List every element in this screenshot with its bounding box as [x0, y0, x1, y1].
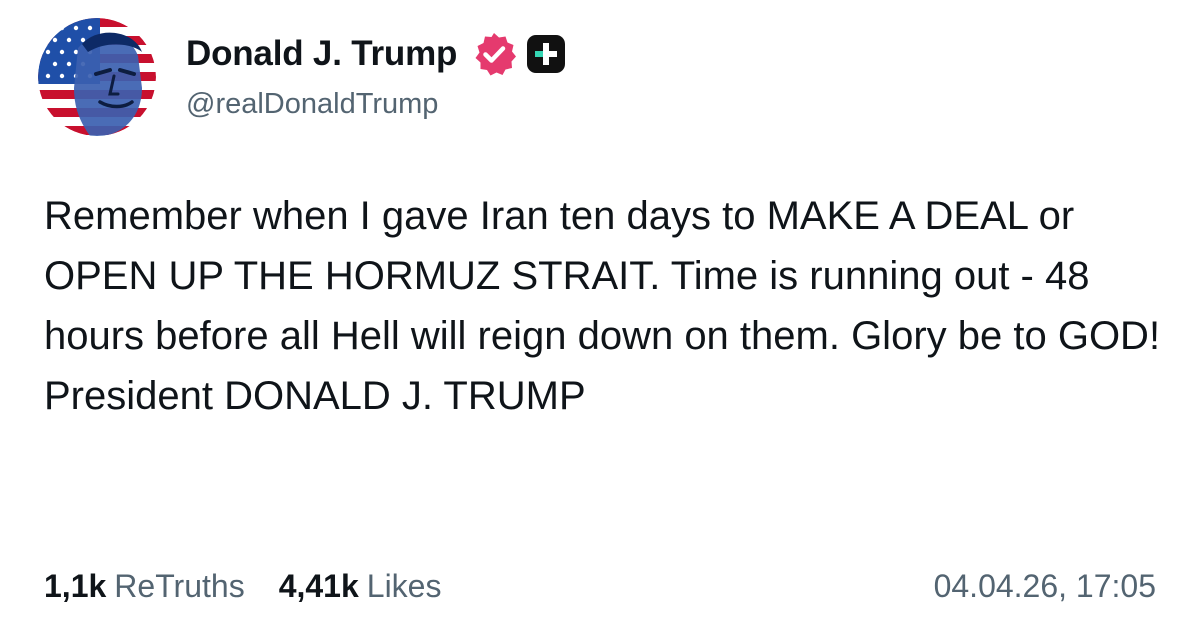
plus-badge-icon: [527, 35, 566, 73]
likes-stat[interactable]: 4,41k Likes: [279, 568, 442, 605]
author-display-name[interactable]: Donald J. Trump: [186, 34, 457, 74]
post-text: Remember when I gave Iran ten days to MA…: [44, 194, 1161, 418]
retruths-stat[interactable]: 1,1k ReTruths: [44, 568, 245, 605]
verified-badge-icon: [471, 31, 517, 77]
flag-portrait-avatar-icon: [38, 18, 156, 136]
likes-label: Likes: [366, 568, 442, 604]
post-stats: 1,1k ReTruths 4,41k Likes: [44, 568, 475, 605]
retruths-count: 1,1k: [44, 568, 107, 604]
author-handle[interactable]: @realDonaldTrump: [186, 88, 438, 121]
avatar[interactable]: [38, 18, 156, 136]
author-name-row: Donald J. Trump: [186, 30, 566, 78]
likes-count: 4,41k: [278, 568, 359, 604]
retruths-label: ReTruths: [114, 568, 245, 604]
post-timestamp[interactable]: 04.04.26, 17:05: [934, 568, 1156, 605]
post-card: Donald J. Trump @realDonaldTrump Remembe…: [0, 0, 1200, 643]
